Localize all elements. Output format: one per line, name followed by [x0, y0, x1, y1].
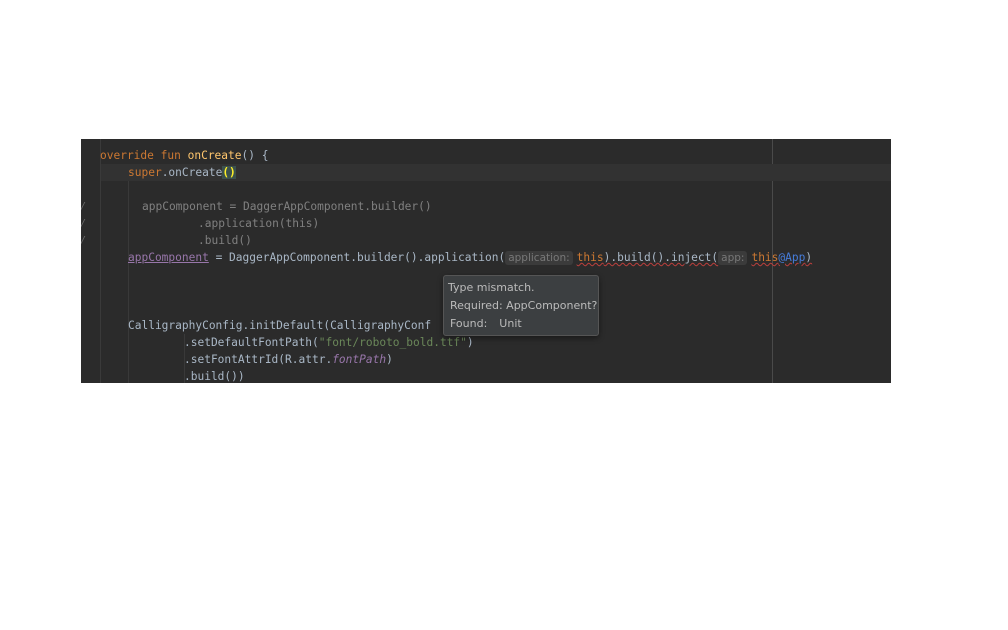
param-hint-app: app:	[718, 251, 748, 265]
tooltip-title: Type mismatch.	[448, 281, 535, 294]
code-text: .setDefaultFontPath(	[184, 336, 319, 349]
code-text: () {	[241, 149, 269, 162]
string-literal: "font/roboto_bold.ttf"	[318, 336, 467, 349]
keyword-fun: fun	[160, 149, 181, 162]
keyword-this: this	[751, 251, 779, 264]
tooltip-found-label: Found:	[450, 317, 488, 330]
error-tooltip: Type mismatch. Required: AppComponent? F…	[443, 275, 599, 336]
keyword-this: this	[576, 251, 604, 264]
error-expression[interactable]: application: this).build().inject(app: thi…	[505, 251, 813, 265]
tooltip-required-label: Required:	[450, 299, 503, 312]
code-text: .onCreate	[161, 166, 223, 179]
code-line-4[interactable]: .application(this)	[198, 215, 319, 232]
code-text: )	[466, 336, 474, 349]
keyword-override: override	[100, 149, 154, 162]
code-line-2[interactable]: super.onCreate()	[128, 164, 236, 181]
code-line-3[interactable]: appComponent = DaggerAppComponent.builde…	[142, 198, 432, 215]
code-text: ).build().inject(	[603, 251, 719, 264]
code-text: = DaggerAppComponent.builder().applicati…	[208, 251, 506, 264]
matched-parens: ()	[222, 166, 236, 179]
indent-guide	[128, 175, 129, 383]
code-editor[interactable]: override fun onCreate() { super.onCreate…	[81, 139, 891, 383]
tooltip-required-row: Required: AppComponent?	[448, 297, 598, 315]
property-app-component: appComponent	[128, 251, 209, 264]
function-name: onCreate	[187, 149, 242, 162]
tooltip-found-value: Unit	[499, 317, 522, 330]
field-font-path: fontPath	[332, 353, 387, 366]
comment-marker: /	[81, 235, 85, 246]
code-line-8[interactable]: .setDefaultFontPath("font/roboto_bold.tt…	[184, 334, 474, 351]
comment-marker: /	[81, 218, 85, 229]
code-line-5[interactable]: .build()	[198, 232, 252, 249]
code-line-6[interactable]: appComponent = DaggerAppComponent.builde…	[128, 249, 812, 266]
code-text: )	[805, 251, 813, 264]
code-line-9[interactable]: .setFontAttrId(R.attr.fontPath)	[184, 351, 393, 368]
keyword-super: super	[128, 166, 162, 179]
code-line-7[interactable]: CalligraphyConfig.initDefault(Calligraph…	[128, 317, 431, 334]
code-text: )	[386, 353, 393, 366]
label-app: @App	[778, 251, 806, 264]
tooltip-found-row: Found: Unit	[448, 315, 594, 333]
comment-marker: /	[81, 201, 85, 212]
code-text: .setFontAttrId(R.attr.	[184, 353, 333, 366]
code-line-1[interactable]: override fun onCreate() {	[100, 147, 268, 164]
code-line-10[interactable]: .build())	[184, 368, 245, 383]
tooltip-required-value: AppComponent?	[506, 299, 598, 312]
param-hint-application: application:	[505, 251, 573, 265]
